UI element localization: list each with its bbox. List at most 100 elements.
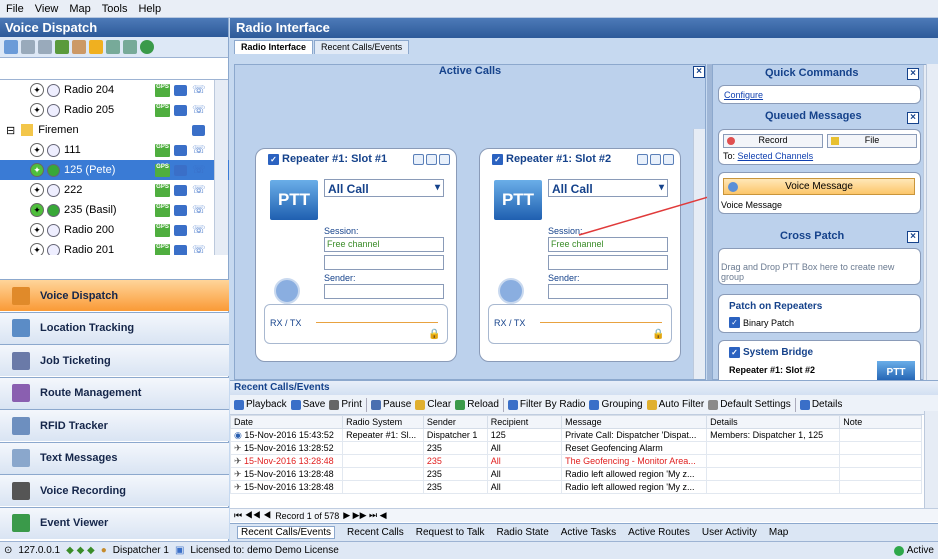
call-icon[interactable]: ☏ [192,224,206,237]
gps-icon[interactable]: GPS [155,223,170,237]
nav-voice-recording[interactable]: Voice Recording [0,474,229,506]
record-button[interactable]: Record [723,134,823,148]
close-icon[interactable]: × [907,68,919,80]
toolbar-clear[interactable]: Clear [415,399,451,410]
call-icon[interactable]: ☏ [192,244,206,256]
search-field[interactable] [0,60,228,80]
table-scrollbar[interactable] [924,411,938,508]
ptt-box-1[interactable]: ✓Repeater #1: Slot #1 PTT All Call Session:… [255,148,457,362]
message-icon[interactable] [174,244,187,255]
grid-view-icon[interactable] [4,40,18,54]
toolbar-auto-filter[interactable]: Auto Filter [646,399,704,410]
bottom-tab-active-tasks[interactable]: Active Tasks [561,527,616,538]
checkbox-icon[interactable]: ✓ [729,347,740,358]
filter-icon[interactable] [89,40,103,54]
session-field[interactable]: Free channel [324,237,444,252]
file-button[interactable]: File [827,134,917,148]
session-extra-field[interactable] [548,255,668,270]
message-icon[interactable] [174,84,187,96]
session-extra-field[interactable] [324,255,444,270]
lock-icon[interactable]: 🔒 [652,329,664,340]
call-icon[interactable]: ☏ [192,84,206,97]
active-status[interactable]: Active [893,545,934,556]
toolbar-reload[interactable]: Reload [455,399,499,410]
message-icon[interactable] [192,124,205,136]
close-icon[interactable]: × [907,112,919,124]
volume-icon[interactable] [413,153,424,165]
gps-icon[interactable]: GPS [155,243,170,255]
nav-voice-dispatch[interactable]: Voice Dispatch [0,279,229,311]
gps-icon[interactable]: GPS [155,203,170,217]
tree-item[interactable]: ✦ Radio 201 GPS ☏ [0,240,229,255]
tree-item[interactable]: ✦ 222 GPS ☏ [0,180,229,200]
quick-panel-scrollbar[interactable] [926,64,938,380]
column-header[interactable]: Note [839,415,922,429]
column-header[interactable]: Recipient [486,415,563,429]
bottom-tab-active-routes[interactable]: Active Routes [628,527,690,538]
gps-icon[interactable]: GPS [155,183,170,197]
session-field[interactable]: Free channel [548,237,668,252]
selected-channels-link[interactable]: Selected Channels [738,151,814,161]
mute-icon[interactable] [650,153,661,165]
call-icon[interactable]: ☏ [192,144,206,157]
bottom-tab-map[interactable]: Map [769,527,788,538]
checkbox-icon[interactable]: ✓ [268,153,279,165]
tools-icon[interactable] [72,40,86,54]
call-icon[interactable]: ☏ [192,204,206,217]
call-icon[interactable]: ☏ [192,184,206,197]
table-row[interactable]: ✈ 15-Nov-2016 13:28:52 235 All Reset Geofen… [229,441,922,455]
table-row[interactable]: ✈ 15-Nov-2016 13:28:48 235 All The Geofenci… [229,454,922,468]
message-icon[interactable] [174,164,187,176]
table-row[interactable]: ✈ 15-Nov-2016 13:28:48 235 All Radio left a… [229,467,922,481]
toolbar-details[interactable]: Details [799,399,842,410]
gps-icon[interactable]: GPS [155,163,170,177]
group-icon[interactable] [55,40,69,54]
block-icon[interactable] [439,153,450,165]
volume-icon[interactable] [637,153,648,165]
bottom-tab-request-to-talk[interactable]: Request to Talk [416,527,485,538]
window-icon[interactable] [106,40,120,54]
sender-field[interactable] [548,284,668,299]
message-icon[interactable] [174,224,187,236]
ptt-button[interactable]: PTT [270,180,318,220]
checkbox-icon[interactable]: ✓ [492,153,503,165]
ptt-box-2[interactable]: ✓Repeater #1: Slot #2 PTT All Call Session:… [479,148,681,362]
lock-icon[interactable]: 🔒 [428,329,440,340]
gps-icon[interactable]: GPS [155,83,170,97]
menu-map[interactable]: Map [69,3,90,15]
message-icon[interactable] [174,104,187,116]
nav-job-ticketing[interactable]: Job Ticketing [0,344,229,376]
tree-view-icon[interactable] [38,40,52,54]
nav-first-icon[interactable]: ⏮ ◀◀ ◀ [234,510,271,521]
gps-icon[interactable]: GPS [155,143,170,157]
tree-item[interactable]: ✦ Radio 204 GPS ☏ [0,80,229,100]
call-icon[interactable]: ☏ [192,164,206,177]
column-header[interactable]: Sender [422,415,488,429]
toolbar-save[interactable]: Save [290,399,325,410]
nav-route-management[interactable]: Route Management [0,376,229,409]
column-header[interactable]: Details [706,415,841,429]
sender-field[interactable] [324,284,444,299]
gps-icon[interactable]: GPS [155,103,170,117]
mute-icon[interactable] [426,153,437,165]
tree-item[interactable]: ⊟ Firemen [0,120,229,140]
list-view-icon[interactable] [21,40,35,54]
menu-help[interactable]: Help [138,3,161,15]
toolbar-playback[interactable]: Playback [234,399,287,410]
bottom-tab-recent-calls[interactable]: Recent Calls [347,527,404,538]
nav-text-messages[interactable]: Text Messages [0,441,229,474]
refresh-icon[interactable] [140,40,154,54]
binary-patch-option[interactable]: ✓ Binary Patch [729,317,794,328]
ptt-button[interactable]: PTT [494,180,542,220]
table-row[interactable]: ✈ 15-Nov-2016 13:28:48 235 All Radio left a… [229,480,922,494]
menu-tools[interactable]: Tools [102,3,128,15]
toolbar-filter-by-radio[interactable]: Filter By Radio [507,399,585,410]
collapse-icon[interactable]: ⊟ [6,124,15,137]
close-icon[interactable]: × [907,231,919,243]
toolbar-grouping[interactable]: Grouping [589,399,643,410]
menu-view[interactable]: View [35,3,59,15]
call-group-select[interactable]: All Call [324,179,444,197]
message-icon[interactable] [174,184,187,196]
nav-rfid-tracker[interactable]: RFID Tracker [0,409,229,441]
tree-item[interactable]: ✦ Radio 205 GPS ☏ [0,100,229,120]
